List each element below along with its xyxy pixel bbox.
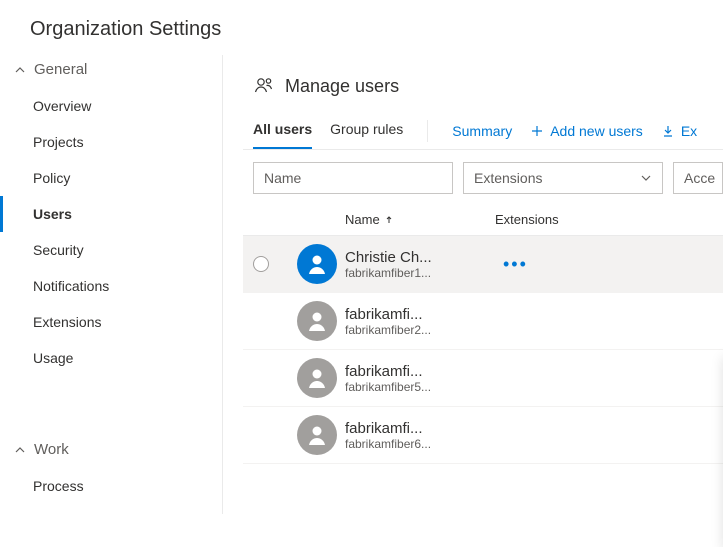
chevron-down-icon: [640, 172, 652, 184]
manage-users-title: Manage users: [285, 76, 399, 97]
user-name: fabrikamfi...: [345, 363, 495, 380]
sidebar-item-policy[interactable]: Policy: [0, 160, 222, 196]
sidebar-item-users[interactable]: Users: [0, 196, 222, 232]
add-users-label: Add new users: [550, 123, 643, 139]
tab-group-rules[interactable]: Group rules: [330, 113, 403, 149]
download-icon: [661, 124, 675, 138]
plus-icon: [530, 124, 544, 138]
avatar: [297, 301, 337, 341]
sidebar-section-general[interactable]: General: [0, 55, 222, 88]
user-name: Christie Ch...: [345, 249, 495, 266]
chevron-up-icon: [14, 64, 26, 76]
sidebar-item-security[interactable]: Security: [0, 232, 222, 268]
user-row[interactable]: fabrikamfi...fabrikamfiber6...: [243, 407, 723, 464]
filter-extensions-select[interactable]: Extensions: [463, 162, 663, 194]
export-button[interactable]: Ex: [661, 123, 697, 139]
user-email: fabrikamfiber1...: [345, 266, 495, 280]
avatar: [297, 244, 337, 284]
tabbar: All users Group rules Summary Add new us…: [243, 113, 723, 150]
sidebar-section-label: General: [34, 61, 87, 78]
sidebar-section-label: Work: [34, 441, 69, 458]
col-name-label: Name: [345, 212, 380, 227]
main: Manage users All users Group rules Summa…: [223, 55, 723, 514]
user-name: fabrikamfi...: [345, 420, 495, 437]
column-header-extensions[interactable]: Extensions: [495, 212, 723, 227]
user-row[interactable]: Christie Ch...fabrikamfiber1...•••: [243, 236, 723, 293]
column-header-name[interactable]: Name: [345, 212, 495, 227]
export-label: Ex: [681, 123, 697, 139]
sort-asc-icon: [384, 215, 394, 225]
row-radio[interactable]: [253, 256, 269, 272]
filter-extensions-label: Extensions: [474, 170, 542, 186]
user-name: fabrikamfi...: [345, 306, 495, 323]
sidebar-item-notifications[interactable]: Notifications: [0, 268, 222, 304]
tab-all-users[interactable]: All users: [253, 113, 312, 149]
chevron-up-icon: [14, 444, 26, 456]
user-email: fabrikamfiber5...: [345, 380, 495, 394]
divider: [427, 120, 428, 142]
page-title: Organization Settings: [0, 0, 723, 55]
sidebar-item-overview[interactable]: Overview: [0, 88, 222, 124]
sidebar-section-work[interactable]: Work: [0, 435, 222, 468]
filter-access-select[interactable]: Acce: [673, 162, 723, 194]
user-row[interactable]: fabrikamfi...fabrikamfiber2...: [243, 293, 723, 350]
sidebar-item-projects[interactable]: Projects: [0, 124, 222, 160]
avatar: [297, 415, 337, 455]
summary-link[interactable]: Summary: [452, 123, 512, 139]
user-row[interactable]: fabrikamfi...fabrikamfiber5...: [243, 350, 723, 407]
people-icon: [253, 75, 275, 97]
user-email: fabrikamfiber2...: [345, 323, 495, 337]
sidebar-item-usage[interactable]: Usage: [0, 340, 222, 376]
avatar: [297, 358, 337, 398]
add-users-button[interactable]: Add new users: [530, 123, 643, 139]
sidebar-item-extensions[interactable]: Extensions: [0, 304, 222, 340]
more-actions-button[interactable]: •••: [495, 254, 528, 275]
sidebar: General OverviewProjectsPolicyUsersSecur…: [0, 55, 223, 514]
filter-name-input[interactable]: Name: [253, 162, 453, 194]
user-email: fabrikamfiber6...: [345, 437, 495, 451]
sidebar-item-process[interactable]: Process: [0, 468, 222, 504]
